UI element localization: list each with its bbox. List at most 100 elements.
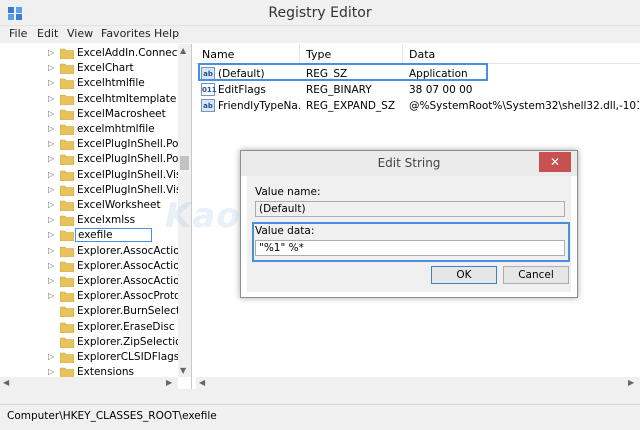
tree-item[interactable]: ▷ ExplorerCLSIDFlags (0, 350, 180, 365)
menu-file[interactable]: File (9, 27, 27, 40)
expand-arrow-icon[interactable]: ▷ (48, 246, 54, 255)
binary-value-icon: 011 (201, 83, 217, 96)
tree-item[interactable]: ▷ ExcelMacrosheet (0, 107, 178, 122)
scroll-down-icon[interactable]: ▼ (180, 366, 186, 375)
expand-arrow-icon[interactable]: ▷ (48, 261, 54, 270)
expand-arrow-icon[interactable]: ▷ (48, 124, 54, 133)
window-title: Registry Editor (268, 5, 372, 21)
tree-item[interactable]: ▷ Explorer.AssocActionI (0, 244, 189, 259)
tree-item[interactable]: ▷ ExcelPlugInShell.Visua (0, 183, 191, 198)
status-bar: Computer\HKEY_CLASSES_ROOT\exefile (0, 404, 640, 430)
tree-item[interactable]: ▷ Explorer.AssocActionI (0, 259, 189, 274)
tree-item-label: Explorer.AssocProtoco (77, 290, 192, 303)
scroll-right-icon[interactable]: ▶ (166, 378, 172, 387)
tree-item-label: Explorer.EraseDisc (77, 320, 175, 333)
tree-item-label: Explorer.AssocActionI (77, 259, 190, 272)
menu-view[interactable]: View (67, 27, 93, 40)
tree-item[interactable]: ▷ ExcelPlugInShell.Visua (0, 168, 191, 183)
tree-item[interactable]: ▷ ExcelPlugInShell.Powe (0, 152, 191, 167)
scroll-left-icon[interactable]: ◀ (3, 378, 9, 387)
tree-item[interactable]: ▷ ExcelhtmItemplate (0, 92, 178, 107)
folder-icon (60, 261, 74, 272)
tree-item[interactable]: ▷ Explorer.AssocActionI (0, 274, 189, 289)
value-name-field[interactable]: (Default) (255, 201, 565, 217)
value-data: @%SystemRoot%\System32\shell32.dll,-1015… (409, 100, 639, 112)
value-row-friendlytypename[interactable]: ab FriendlyTypeNa... REG_EXPAND_SZ @%Sys… (196, 98, 640, 114)
registry-key-tree[interactable]: ▷ ExcelAddIn.Connect.1 ▷ ExcelChart ▷ Excelht… (0, 44, 192, 389)
cancel-button[interactable]: Cancel (503, 266, 569, 284)
menu-edit[interactable]: Edit (37, 27, 58, 40)
folder-icon (60, 124, 74, 135)
column-header-name[interactable]: Name (196, 44, 300, 64)
folder-icon (60, 139, 74, 151)
folder-icon (60, 276, 74, 287)
tree-item-label: ExcelPlugInShell.Powe (77, 153, 192, 166)
tree-item[interactable]: ▷ excelmhtmlfile (0, 122, 178, 137)
expand-arrow-icon[interactable]: ▷ (48, 48, 54, 57)
tree-item[interactable]: ▷ Explorer.AssocProtoco (0, 289, 191, 304)
scroll-right-icon[interactable]: ▶ (628, 378, 634, 387)
column-header-data[interactable]: Data (403, 44, 640, 64)
value-data: 38 07 00 00 (409, 84, 473, 96)
tree-item[interactable]: Explorer.ZipSelection (0, 335, 188, 350)
expand-arrow-icon[interactable]: ▷ (48, 200, 54, 209)
menu-help[interactable]: Help (154, 27, 179, 40)
tree-item[interactable]: ▷ ExcelWorksheet (0, 198, 178, 213)
folder-icon (60, 307, 74, 318)
expand-arrow-icon[interactable]: ▷ (48, 230, 54, 239)
expand-arrow-icon[interactable]: ▷ (48, 94, 54, 103)
menu-favorites[interactable]: Favorites (101, 27, 151, 40)
expand-arrow-icon[interactable]: ▷ (48, 215, 54, 224)
folder-icon (60, 246, 74, 257)
column-header-type[interactable]: Type (300, 44, 403, 64)
expand-arrow-icon[interactable]: ▷ (48, 63, 54, 72)
tree-item[interactable]: Explorer.EraseDisc (0, 320, 178, 335)
ok-button[interactable]: OK (431, 266, 497, 284)
dialog-title: Edit String (377, 156, 441, 170)
expand-arrow-icon[interactable]: ▷ (48, 154, 54, 163)
close-icon[interactable]: ✕ (539, 152, 571, 172)
tree-item[interactable]: ▷ ExcelChart (0, 61, 178, 76)
folder-icon (60, 215, 74, 227)
tree-item-label: ExcelPlugInShell.Visua (77, 168, 192, 181)
tree-item[interactable]: ▷ ExcelPlugInShell.Powe (0, 137, 191, 152)
dialog-title-bar[interactable]: Edit String ✕ (241, 151, 577, 176)
string-value-icon: ab (201, 99, 215, 112)
expand-arrow-icon[interactable]: ▷ (48, 109, 54, 118)
expand-arrow-icon[interactable]: ▷ (48, 276, 54, 285)
menu-bar: File Edit View Favorites Help (0, 26, 640, 43)
tree-item[interactable]: ▷ exefile (0, 228, 178, 243)
expand-arrow-icon[interactable]: ▷ (48, 367, 54, 376)
default-row-highlight (198, 63, 488, 81)
tree-item[interactable]: ▷ Excelhtmlfile (0, 76, 178, 91)
tree-item-label: Excelhtmlfile (77, 77, 145, 90)
expand-arrow-icon[interactable]: ▷ (48, 185, 54, 194)
tree-scroll-thumb[interactable] (180, 156, 189, 170)
expand-arrow-icon[interactable]: ▷ (48, 139, 54, 148)
expand-arrow-icon[interactable]: ▷ (48, 78, 54, 87)
folder-icon (60, 109, 74, 120)
value-row-editflags[interactable]: 011 EditFlags REG_BINARY 38 07 00 00 (196, 82, 640, 98)
tree-item-label: Explorer.BurnSelection (77, 305, 192, 318)
tree-item-label: ExplorerCLSIDFlags (77, 351, 180, 363)
folder-icon (60, 170, 74, 181)
expand-arrow-icon[interactable]: ▷ (48, 170, 54, 179)
list-horizontal-scrollbar[interactable]: ◀ ▶ (196, 377, 640, 389)
tree-item-label: ExcelWorksheet (77, 199, 161, 211)
tree-item-label: ExcelAddIn.Connect.1 (77, 47, 192, 59)
tree-item-label: ExcelChart (77, 62, 134, 75)
value-data-highlight (252, 222, 570, 262)
current-key-path: Computer\HKEY_CLASSES_ROOT\exefile (7, 410, 217, 422)
expand-arrow-icon[interactable]: ▷ (48, 352, 54, 361)
scroll-up-icon[interactable]: ▲ (180, 46, 186, 55)
tree-item[interactable]: ▷ ExcelAddIn.Connect.1 (0, 46, 191, 61)
folder-icon (60, 231, 74, 242)
tree-vertical-scrollbar[interactable]: ▲ ▼ (178, 44, 191, 377)
folder-icon (60, 200, 74, 211)
scroll-left-icon[interactable]: ◀ (199, 378, 205, 387)
tree-horizontal-scrollbar[interactable]: ◀ ▶ (0, 377, 178, 389)
folder-icon (60, 48, 74, 59)
expand-arrow-icon[interactable]: ▷ (48, 291, 54, 300)
tree-item[interactable]: Explorer.BurnSelection (0, 304, 191, 319)
tree-item[interactable]: ▷ Excelxmlss (0, 213, 178, 228)
